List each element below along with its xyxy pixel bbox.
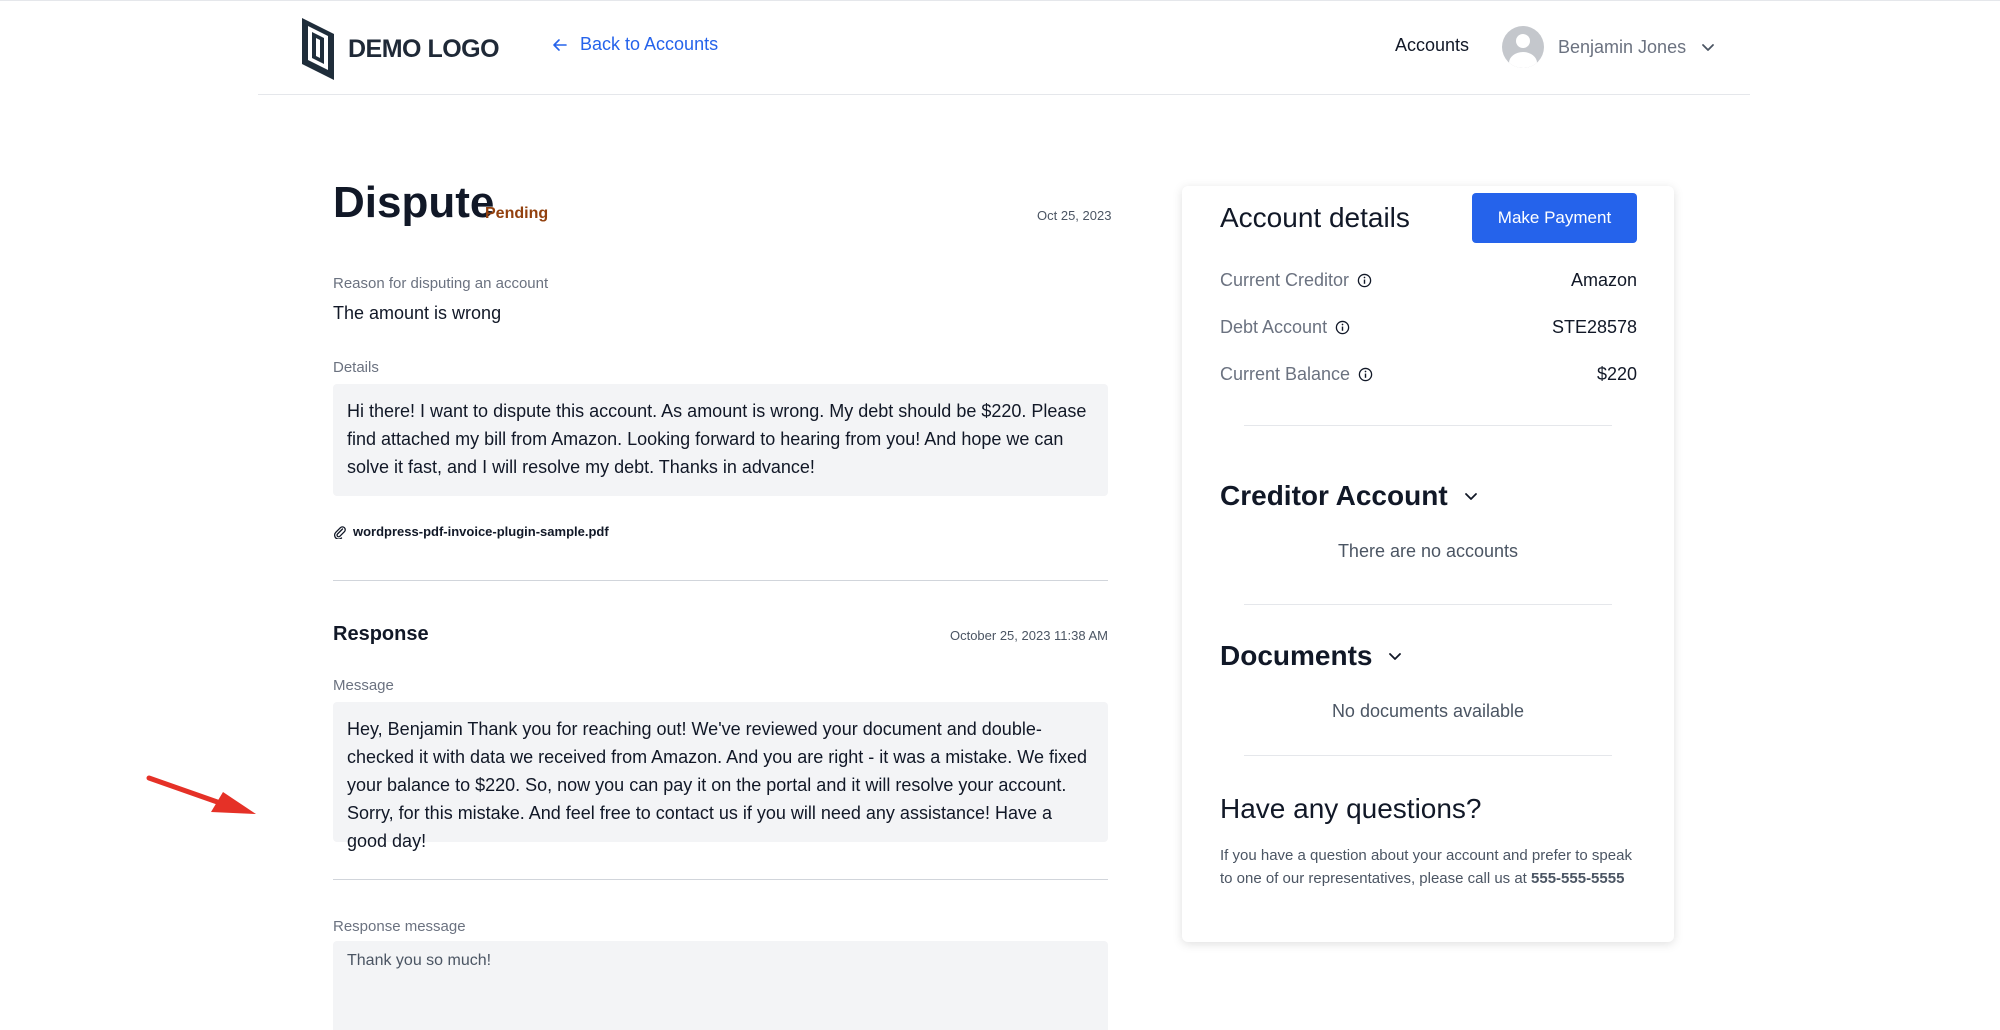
user-menu[interactable]: Benjamin Jones [1502, 26, 1716, 68]
annotation-arrow-icon [146, 775, 256, 814]
card-divider [1244, 604, 1612, 605]
logo-icon [302, 18, 334, 80]
response-title: Response [333, 623, 429, 645]
card-divider [1244, 425, 1612, 426]
account-details-title: Account details [1220, 202, 1410, 233]
chevron-down-icon [1464, 493, 1477, 500]
paperclip-icon [333, 525, 346, 539]
card-divider [1244, 755, 1612, 756]
divider [333, 580, 1108, 581]
back-to-accounts-link[interactable]: Back to Accounts [550, 34, 718, 55]
response-message-input[interactable] [333, 941, 1108, 1030]
chevron-down-icon [1702, 44, 1714, 51]
detail-row-current-creditor: Current Creditor Amazon [1220, 268, 1637, 292]
support-phone[interactable]: 555-555-5555 [1531, 870, 1624, 887]
response-message-label: Response message [333, 918, 466, 935]
message-text: Hey, Benjamin Thank you for reaching out… [333, 702, 1108, 851]
detail-row-current-balance: Current Balance $220 [1220, 362, 1637, 386]
account-details-card: Account details Make Payment Current Cre… [1182, 186, 1674, 942]
dispute-date: Oct 25, 2023 [1037, 208, 1112, 223]
detail-label: Current Creditor [1220, 270, 1372, 291]
attachment-filename: wordpress-pdf-invoice-plugin-sample.pdf [353, 524, 609, 539]
detail-label: Current Balance [1220, 364, 1373, 385]
no-documents-text: No documents available [1331, 701, 1525, 721]
detail-row-debt-account: Debt Account STE28578 [1220, 315, 1637, 339]
current-balance-label: Current Balance [1220, 363, 1351, 384]
current-creditor-label: Current Creditor [1220, 269, 1350, 290]
creditor-account-toggle[interactable]: Creditor Account [1220, 480, 1480, 512]
header: DEMO LOGO Back to Accounts Accounts Benj… [258, 0, 1750, 95]
debt-account-label: Debt Account [1220, 316, 1328, 337]
make-payment-button[interactable]: Make Payment [1472, 193, 1637, 243]
details-label: Details [333, 359, 379, 376]
chevron-down-icon [1389, 653, 1402, 660]
attachment-link[interactable]: wordpress-pdf-invoice-plugin-sample.pdf [333, 524, 609, 539]
status-badge: Pending [485, 205, 549, 222]
info-icon[interactable] [1357, 273, 1372, 288]
back-to-accounts-label: Back to Accounts [580, 34, 719, 54]
details-text: Hi there! I want to dispute this account… [333, 384, 1108, 496]
reason-value: The amount is wrong [333, 303, 502, 323]
user-name: Benjamin Jones [1558, 36, 1687, 57]
current-creditor-value: Amazon [1570, 269, 1637, 290]
no-accounts-text: There are no accounts [1337, 541, 1519, 561]
current-balance-value: $220 [1596, 363, 1637, 384]
info-icon[interactable] [1335, 320, 1350, 335]
questions-title: Have any questions? [1220, 793, 1482, 824]
reason-label: Reason for disputing an account [333, 275, 549, 292]
divider [333, 879, 1108, 880]
info-icon[interactable] [1358, 367, 1373, 382]
response-date: October 25, 2023 11:38 AM [949, 628, 1108, 643]
logo[interactable]: DEMO LOGO [298, 16, 500, 82]
detail-label: Debt Account [1220, 317, 1350, 338]
documents-toggle[interactable]: Documents [1220, 640, 1404, 672]
questions-text: If you have a question about your accoun… [1220, 844, 1645, 890]
message-label: Message [333, 677, 394, 694]
creditor-account-title: Creditor Account [1220, 480, 1448, 511]
documents-title: Documents [1220, 640, 1373, 671]
avatar [1502, 26, 1544, 68]
nav-accounts[interactable]: Accounts [1395, 35, 1469, 56]
arrow-left-icon [553, 38, 567, 51]
page-title: Dispute [333, 178, 495, 227]
debt-account-value: STE28578 [1551, 316, 1637, 337]
logo-text: DEMO LOGO [348, 34, 500, 63]
